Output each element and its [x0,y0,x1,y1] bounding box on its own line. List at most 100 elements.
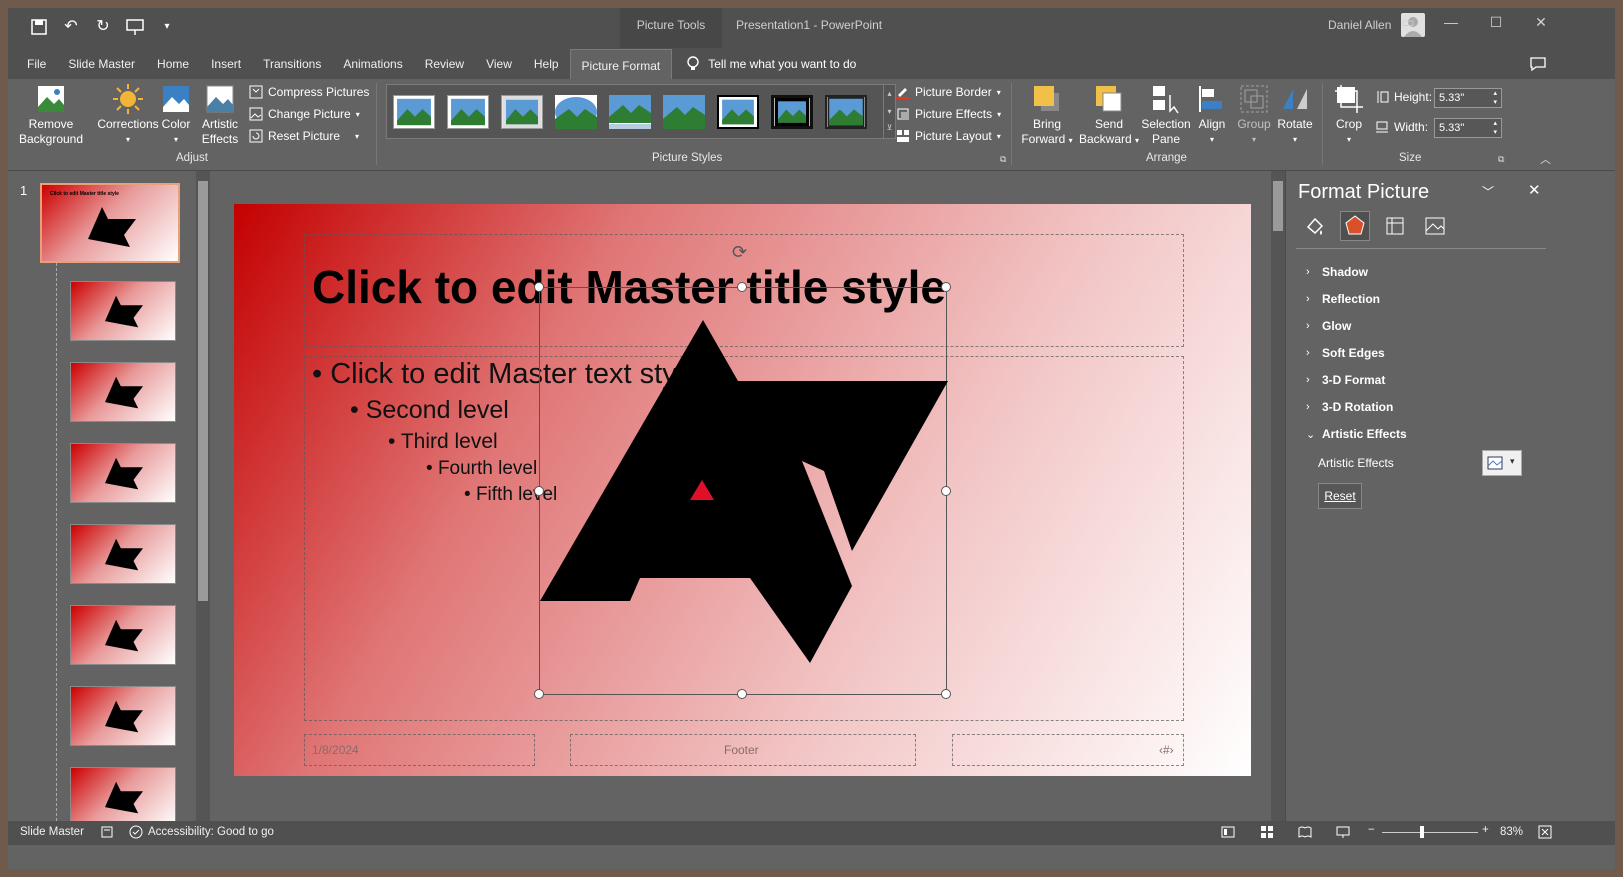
user-name[interactable]: Daniel Allen [1328,8,1391,42]
picture-style-9[interactable] [825,95,867,129]
reset-picture-button[interactable]: Reset Picture ▾ [249,129,359,143]
group-button[interactable]: Group ▾ [1234,83,1274,147]
reading-view-icon[interactable] [1298,825,1312,839]
size-launcher-icon[interactable]: ⧉ [1498,154,1504,165]
tab-picture-format[interactable]: Picture Format [569,49,673,81]
notes-icon[interactable] [100,825,114,839]
customize-qat-icon[interactable]: ▾ [156,16,178,38]
section-3d-rotation[interactable]: › 3-D Rotation [1306,400,1393,414]
layout-thumbnail[interactable] [70,524,176,584]
resize-handle[interactable] [534,486,544,496]
gallery-up-icon[interactable]: ▴ [884,85,895,103]
gallery-down-icon[interactable]: ▾ [884,103,895,121]
gallery-more-icon[interactable]: ⊻ [884,121,895,135]
gallery-scroll[interactable]: ▴ ▾ ⊻ [884,84,896,139]
picture-style-2[interactable] [447,95,489,129]
color-button[interactable]: Color ▾ [156,83,196,147]
layout-thumbnail[interactable] [70,686,176,746]
section-glow[interactable]: › Glow [1306,319,1351,333]
tab-insert[interactable]: Insert [200,48,252,80]
minimize-icon[interactable]: — [1436,14,1466,30]
section-shadow[interactable]: › Shadow [1306,265,1368,279]
align-button[interactable]: Align ▾ [1194,83,1230,147]
rotate-button[interactable]: Rotate ▾ [1274,83,1316,147]
zoom-slider-thumb[interactable] [1420,826,1424,838]
tab-slide-master[interactable]: Slide Master [57,48,146,80]
slide-sorter-icon[interactable] [1260,825,1274,839]
master-thumbnail[interactable]: Click to edit Master title style [40,183,180,263]
artistic-effects-button[interactable]: Artistic Effects [198,83,242,147]
tab-file[interactable]: File [16,48,57,80]
send-backward-button[interactable]: Send Backward ▾ [1076,83,1142,148]
tab-help[interactable]: Help [523,48,570,80]
resize-handle[interactable] [737,689,747,699]
selected-picture[interactable] [539,287,948,695]
normal-view-icon[interactable] [1221,825,1235,839]
picture-styles-launcher-icon[interactable]: ⧉ [1000,154,1006,165]
section-3d-format[interactable]: › 3-D Format [1306,373,1385,387]
bullet-level-3[interactable]: • Third level [388,430,498,454]
picture-effects-button[interactable]: Picture Effects ▾ [896,107,1001,121]
rotate-handle-icon[interactable]: ⟳ [732,242,747,263]
width-input[interactable]: 5.33" ▴ ▾ [1434,118,1502,138]
reset-button[interactable]: Reset [1318,483,1362,509]
picture-styles-gallery[interactable] [386,84,884,139]
section-artistic-effects[interactable]: ⌄ Artistic Effects [1306,427,1407,441]
section-reflection[interactable]: › Reflection [1306,292,1380,306]
effects-icon[interactable] [1340,211,1370,241]
tab-view[interactable]: View [475,48,523,80]
tab-review[interactable]: Review [414,48,475,80]
crop-button[interactable]: Crop ▾ [1328,83,1370,147]
resize-handle[interactable] [941,689,951,699]
picture-border-button[interactable]: Picture Border ▾ [896,85,1001,99]
number-placeholder[interactable] [952,734,1184,766]
layout-thumbnail[interactable] [70,362,176,422]
slide-master-canvas[interactable]: Click to edit Master title style • Click… [234,204,1251,776]
tab-transitions[interactable]: Transitions [252,48,332,80]
collapse-ribbon-icon[interactable]: ︿ [1540,151,1551,167]
remove-background-button[interactable]: Remove Background [16,83,86,147]
bullet-level-4[interactable]: • Fourth level [426,458,537,480]
bullet-level-2[interactable]: • Second level [350,396,509,425]
redo-icon[interactable]: ↻ [92,16,114,38]
slideshow-icon[interactable] [1336,825,1350,839]
picture-icon[interactable] [1424,215,1446,237]
section-soft-edges[interactable]: › Soft Edges [1306,346,1385,360]
picture-layout-button[interactable]: Picture Layout ▾ [896,129,1001,143]
picture-style-4[interactable] [555,95,597,129]
tab-animations[interactable]: Animations [332,48,413,80]
comments-icon[interactable] [1529,56,1547,72]
selection-pane-button[interactable]: Selection Pane [1138,83,1194,147]
presentation-icon[interactable] [124,16,146,38]
change-picture-button[interactable]: Change Picture ▾ [249,107,360,121]
corrections-button[interactable]: Corrections ▾ [93,83,163,147]
resize-handle[interactable] [534,282,544,292]
resize-handle[interactable] [534,689,544,699]
ribbon-display-icon[interactable]: ▭ [1393,14,1423,31]
thumbnail-scrollbar[interactable] [196,171,210,821]
canvas-scrollbar[interactable] [1271,171,1285,821]
artistic-effects-dropdown[interactable]: ▾ [1482,450,1522,476]
zoom-in-icon[interactable]: + [1482,824,1489,836]
resize-handle[interactable] [941,282,951,292]
zoom-level[interactable]: 83% [1500,826,1523,838]
fit-slide-icon[interactable] [1538,825,1552,839]
fill-line-icon[interactable] [1304,215,1326,237]
compress-pictures-button[interactable]: Compress Pictures [249,85,369,99]
picture-style-6[interactable] [663,95,705,129]
layout-thumbnail[interactable] [70,281,176,341]
picture-style-1[interactable] [393,95,435,129]
tab-home[interactable]: Home [146,48,200,80]
save-icon[interactable] [28,16,50,38]
height-input[interactable]: 5.33" ▴ ▾ [1434,88,1502,108]
layout-thumbnail[interactable] [70,605,176,665]
tell-me-search[interactable]: Tell me what you want to do [686,56,856,72]
undo-icon[interactable]: ↶ [60,16,82,38]
maximize-icon[interactable]: ☐ [1481,14,1511,31]
zoom-out-icon[interactable]: − [1368,824,1375,836]
resize-handle[interactable] [941,486,951,496]
size-properties-icon[interactable] [1384,215,1406,237]
accessibility-status[interactable]: Accessibility: Good to go [129,825,274,839]
layout-thumbnail[interactable] [70,443,176,503]
resize-handle[interactable] [737,282,747,292]
